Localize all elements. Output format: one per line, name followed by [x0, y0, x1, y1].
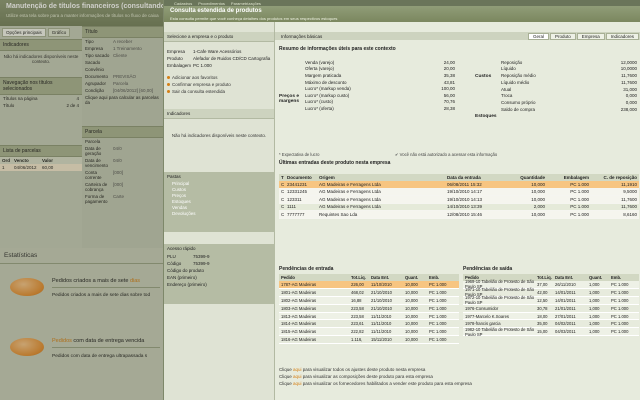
paths-title: Pastas — [167, 174, 181, 179]
quick-field[interactable]: Endereço (primeiro) — [164, 281, 275, 288]
quick-field[interactable]: Código 75399-9 — [164, 260, 275, 267]
table-row[interactable]: 1977-Marcelo K.Soares 18,00 27/01/2011 1,00… — [463, 312, 639, 321]
path-item-devolucoes[interactable]: Devoluções — [164, 211, 275, 217]
stock-row: Consumo próprio 0,000 — [501, 99, 637, 105]
table-row[interactable]: 1816-AG Madeiras 1.116, 15/11/2010 10,000 PC… — [279, 336, 459, 345]
prices-group-label: Preços e margens — [279, 94, 300, 104]
quick-access-panel: Acesso rápido PLU 75399-9 Código 75399-9 C… — [164, 244, 275, 304]
recent-entries-header: T Documento Origem Data da entrada Quant… — [279, 174, 639, 181]
tab-basic-info[interactable]: Informações básicas — [277, 34, 326, 39]
bullet-icon — [167, 83, 170, 86]
quick-access-title: Acesso rápido — [167, 246, 196, 251]
table-row[interactable]: C 12331245 AG Madeiras e Ferragens Ltda 19/… — [279, 188, 639, 196]
recent-entries-title: Últimas entradas deste produto nesta emp… — [279, 160, 391, 166]
menu-cadastros[interactable]: Cadastros — [174, 1, 192, 6]
quick-field[interactable]: PLU 75399-9 — [164, 253, 275, 260]
price-row: Lucro* (oferta) 28,38 — [305, 105, 455, 111]
pending-in-title: Pendências de entrada — [279, 266, 334, 272]
table-row[interactable]: C 7777777 Requintes Sao Lda 12/08/2010 15:4… — [279, 211, 639, 219]
price-row: Venda (varejo) 24,00 — [305, 59, 455, 65]
tab-general[interactable]: Geral — [527, 32, 549, 40]
stock-row: Troca 0,000 — [501, 93, 637, 99]
table-row[interactable]: C 23441231 AG Madeiras e Ferragens Ltda 06/… — [279, 181, 639, 189]
recent-entries-table: T Documento Origem Data da entrada Quant… — [279, 174, 639, 219]
pending-in-header: Pedido Tot.Liq. Data Ent. Quant. Emb. — [279, 274, 459, 281]
modal-title: Consulta estendida de produtos — [170, 8, 262, 14]
table-row[interactable]: 1976-Consumidor 30,78 21/01/2011 1,000 PC 1.… — [463, 305, 639, 313]
prices-table: Venda (varejo) 24,00 Oferta (varejo) 20,00… — [305, 59, 455, 112]
package-field[interactable]: Embalagem PC 1.000 — [164, 62, 274, 69]
table-row[interactable]: 1982-10 Tabelião de Protesto de São Paul… — [463, 327, 639, 337]
price-row: Lucro* (custo) 70,76 — [305, 99, 455, 105]
modal-header: Consulta estendida de produtos Esta cons… — [164, 6, 640, 22]
background-dim-overlay — [0, 0, 163, 400]
cost-row: Reposição médio 11,7600 — [501, 72, 637, 78]
modal-indicators-message: Não há indicadores disponíveis neste con… — [171, 133, 267, 138]
modal-left-panel: Selecione a empresa e o produto Empresa 1… — [164, 22, 275, 400]
product-extended-query-window: Cadastros Procedimentos Parametrizações … — [163, 0, 640, 400]
stock-row: Atual 31,000 — [501, 86, 637, 92]
table-row[interactable]: 1803-AG Madeiras 223,58 21/10/2010 10,000 PC… — [279, 305, 459, 313]
modal-subtitle: Esta consulta permite que você conheça d… — [170, 16, 338, 21]
cost-row: Líquido médio 11,7600 — [501, 79, 637, 85]
select-product-title: Selecione a empresa e o produto — [164, 32, 274, 42]
stock-row: Saldo de compra 238,000 — [501, 106, 637, 112]
company-field[interactable]: Empresa 1-Cafe Ware Acessórios — [164, 48, 274, 55]
table-row[interactable]: 1815-AG Madeiras 222,82 11/11/2010 10,000 PC… — [279, 328, 459, 337]
menu-procedimentos[interactable]: Procedimentos — [198, 1, 225, 6]
table-row[interactable]: 1814-AG Madeiras 223,61 11/11/2010 10,000 PC… — [279, 320, 459, 329]
link-line-compositions[interactable]: Clique aqui para visualizar as composiçõ… — [279, 374, 433, 379]
table-row[interactable]: 1813-AG Madeiras 223,58 11/11/2010 10,000 PC… — [279, 312, 459, 321]
summary-title: Resumo de informações úteis para este co… — [279, 46, 396, 52]
paths-panel: Pastas Principal Custos Preços Estoques … — [164, 172, 275, 232]
pending-out-title: Pendências de saída — [463, 266, 513, 272]
price-row: Máximo de desconto 43,81 — [305, 79, 455, 85]
table-row[interactable]: C 123311 AG Madeiras e Ferragens Ltda 19/10… — [279, 196, 639, 204]
costs-group-label: Custos — [475, 74, 492, 79]
price-row: Margem praticada 35,38 — [305, 72, 455, 78]
cost-row: Reposição 12,0000 — [501, 59, 637, 65]
price-row: Oferta (varejo) 20,00 — [305, 66, 455, 72]
bullet-icon — [167, 90, 170, 93]
price-row: Lucro* (markup venda) 100,00 — [305, 86, 455, 92]
footnote-profit: * Expectativa de lucro — [279, 152, 320, 157]
modal-right-panel: Informações básicas Geral Produto Empres… — [275, 22, 640, 400]
quick-field[interactable]: Código do produto — [164, 267, 275, 274]
add-favorites-link[interactable]: Adicionar aos favoritos — [164, 74, 274, 81]
info-tabs-bar: Informações básicas Geral Produto Empres… — [275, 32, 640, 40]
link-line-suppliers[interactable]: Clique aqui para visualizar os fornecedo… — [279, 381, 472, 386]
bullet-icon — [167, 76, 170, 79]
table-row[interactable]: 1787-AG Madeiras 226,00 11/10/2010 10,000 PC… — [279, 281, 459, 289]
modal-indicators-title: Indicadores — [164, 109, 274, 119]
link-line-adjustments[interactable]: Clique aqui para visualizar todos os aju… — [279, 367, 425, 372]
product-field[interactable]: Produto Alefador de Ruidos CD/CD Cartogra… — [164, 55, 274, 62]
confirm-company-product-link[interactable]: Confirmar empresa e produto — [164, 81, 274, 88]
costs-table: Reposição 12,0000 Líquido 10,0000 Reposiçã… — [501, 59, 637, 85]
table-row[interactable]: C 1111 AG Madeiras e Ferragens Ltda 14/10/2… — [279, 203, 639, 211]
tab-product[interactable]: Produto — [549, 32, 576, 40]
stock-table: Atual 31,000 Troca 0,000 Consumo próprio 0,… — [501, 86, 637, 112]
price-row: Lucro* (markup custo) 56,00 — [305, 92, 455, 98]
quick-field[interactable]: EAN (primeiro) — [164, 274, 275, 281]
footnote-authorization: ✔ Você não está autorizado a acessar est… — [395, 152, 498, 157]
exit-query-link[interactable]: Sair da consulta estendida — [164, 88, 274, 95]
cost-row: Líquido 10,0000 — [501, 66, 637, 72]
table-row[interactable]: 1972-10 Tabelião de Protesto de São Paul… — [463, 295, 639, 305]
pending-in-table: Pendências de entrada Pedido Tot.Liq. Data… — [279, 264, 459, 345]
tab-company[interactable]: Empresa — [576, 32, 605, 40]
table-row[interactable]: 1802-AG Madeiras 16,88 21/10/2010 10,000 PC … — [279, 296, 459, 305]
tab-indicators[interactable]: Indicadores — [605, 32, 639, 40]
menu-parametrizacoes[interactable]: Parametrizações — [231, 1, 261, 6]
stock-group-label: Estoques — [475, 114, 497, 119]
table-row[interactable]: 1801-AG Madeiras 468,02 21/10/2010 10,000 PC… — [279, 289, 459, 297]
pending-out-table: Pendências de saída Pedido Tot.Liq. Data E… — [463, 264, 639, 337]
